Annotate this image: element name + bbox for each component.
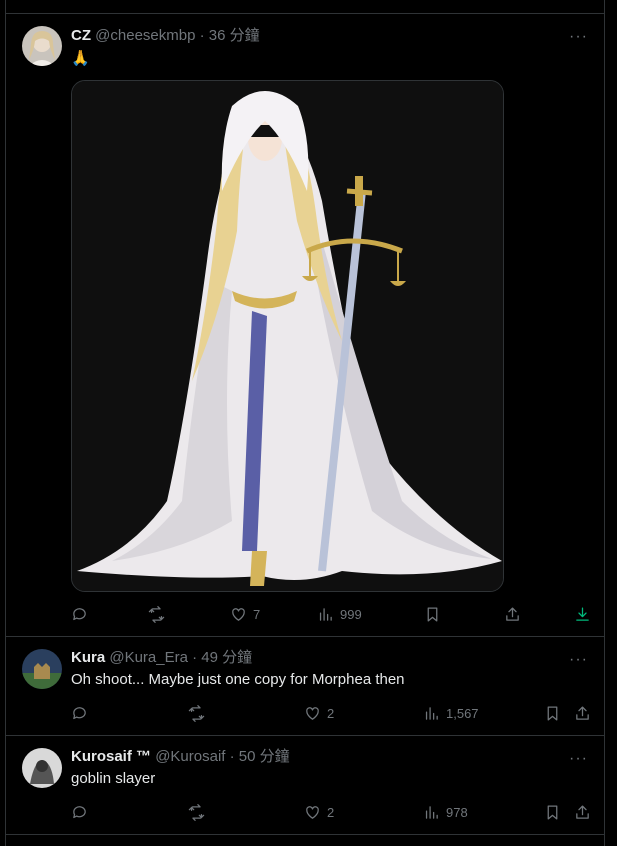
retweet-button[interactable] <box>188 703 211 723</box>
download-button[interactable] <box>574 604 591 624</box>
views-button[interactable]: 999 <box>317 604 362 624</box>
tweet-media-image[interactable] <box>71 80 504 592</box>
retweet-button[interactable] <box>148 604 171 624</box>
retweet-icon <box>148 605 165 623</box>
share-icon <box>576 705 589 720</box>
retweet-button[interactable] <box>188 802 211 822</box>
handle[interactable]: @cheesekmbp <box>95 27 195 44</box>
avatar-image <box>22 649 62 689</box>
tweet-kura[interactable]: Kura @Kura_Era · 49 分鐘 ··· Oh shoot... M… <box>6 637 604 736</box>
timestamp[interactable]: · 50 分鐘 <box>230 748 290 765</box>
like-button[interactable]: 2 <box>304 703 334 723</box>
heart-icon <box>306 805 319 819</box>
view-count: 999 <box>340 606 362 622</box>
bookmark-button[interactable] <box>544 802 561 822</box>
avatar[interactable] <box>22 26 62 66</box>
share-button[interactable] <box>574 703 591 723</box>
tweet-header: CZ @cheesekmbp · 36 分鐘 <box>71 26 260 46</box>
tweet-actions: 7 999 <box>71 604 591 624</box>
reply-icon <box>73 706 86 719</box>
tweet-actions: 2 1,567 <box>71 703 591 723</box>
bookmark-icon <box>427 606 438 622</box>
like-button[interactable]: 2 <box>304 802 334 822</box>
avatar[interactable] <box>22 748 62 788</box>
avatar-image <box>22 26 62 66</box>
view-count: 978 <box>446 804 468 820</box>
views-button[interactable]: 978 <box>423 802 468 822</box>
share-icon <box>506 606 519 621</box>
views-button[interactable]: 1,567 <box>423 703 479 723</box>
tweet-header: Kura @Kura_Era · 49 分鐘 <box>71 648 252 668</box>
reply-button[interactable] <box>71 604 94 624</box>
download-icon <box>576 606 589 621</box>
share-button[interactable] <box>574 802 591 822</box>
retweet-icon <box>188 803 205 821</box>
bookmark-icon <box>547 705 558 721</box>
more-options-icon[interactable]: ··· <box>569 29 588 45</box>
display-name[interactable]: CZ <box>71 27 91 44</box>
tweet-actions: 2 978 <box>71 802 591 822</box>
tweet-cz[interactable]: CZ @cheesekmbp · 36 分鐘 ··· 🙏 7 999 <box>6 14 604 637</box>
share-icon <box>576 804 589 819</box>
avatar[interactable] <box>22 649 62 689</box>
bookmark-button[interactable] <box>424 604 441 624</box>
like-button[interactable]: 7 <box>230 604 260 624</box>
bookmark-button[interactable] <box>544 703 561 723</box>
display-name[interactable]: Kura <box>71 649 105 666</box>
timestamp[interactable]: · 49 分鐘 <box>192 649 252 666</box>
more-options-icon[interactable]: ··· <box>569 652 588 668</box>
share-button[interactable] <box>504 604 521 624</box>
like-count: 2 <box>327 804 335 820</box>
tweet-text: goblin slayer <box>71 770 156 787</box>
tweet-kurosaif[interactable]: Kurosaif ™ @Kurosaif · 50 分鐘 ··· goblin … <box>6 736 604 835</box>
heart-icon <box>232 607 245 621</box>
avatar-image <box>22 748 62 788</box>
reply-icon <box>73 607 86 620</box>
like-count: 7 <box>253 606 261 622</box>
tweet-text: Oh shoot... Maybe just one copy for Morp… <box>71 671 405 688</box>
like-count: 2 <box>327 705 335 721</box>
heart-icon <box>306 706 319 720</box>
bookmark-icon <box>547 804 558 820</box>
more-options-icon[interactable]: ··· <box>569 751 588 767</box>
analytics-icon <box>425 706 438 720</box>
tweet-text: 🙏 <box>71 50 90 67</box>
tweet-header: Kurosaif ™ @Kurosaif · 50 分鐘 <box>71 747 290 767</box>
analytics-icon <box>425 805 438 819</box>
display-name[interactable]: Kurosaif ™ <box>71 748 151 765</box>
retweet-icon <box>188 704 205 722</box>
reply-button[interactable] <box>71 802 94 822</box>
handle[interactable]: @Kura_Era <box>109 649 188 666</box>
reply-button[interactable] <box>71 703 94 723</box>
reply-icon <box>73 805 86 818</box>
priestess-illustration <box>72 81 503 591</box>
analytics-icon <box>319 607 332 621</box>
view-count: 1,567 <box>446 705 479 721</box>
handle[interactable]: @Kurosaif <box>155 748 225 765</box>
timeline-column: CZ @cheesekmbp · 36 分鐘 ··· 🙏 7 999 Kura … <box>5 0 605 846</box>
timestamp[interactable]: · 36 分鐘 <box>200 27 260 44</box>
